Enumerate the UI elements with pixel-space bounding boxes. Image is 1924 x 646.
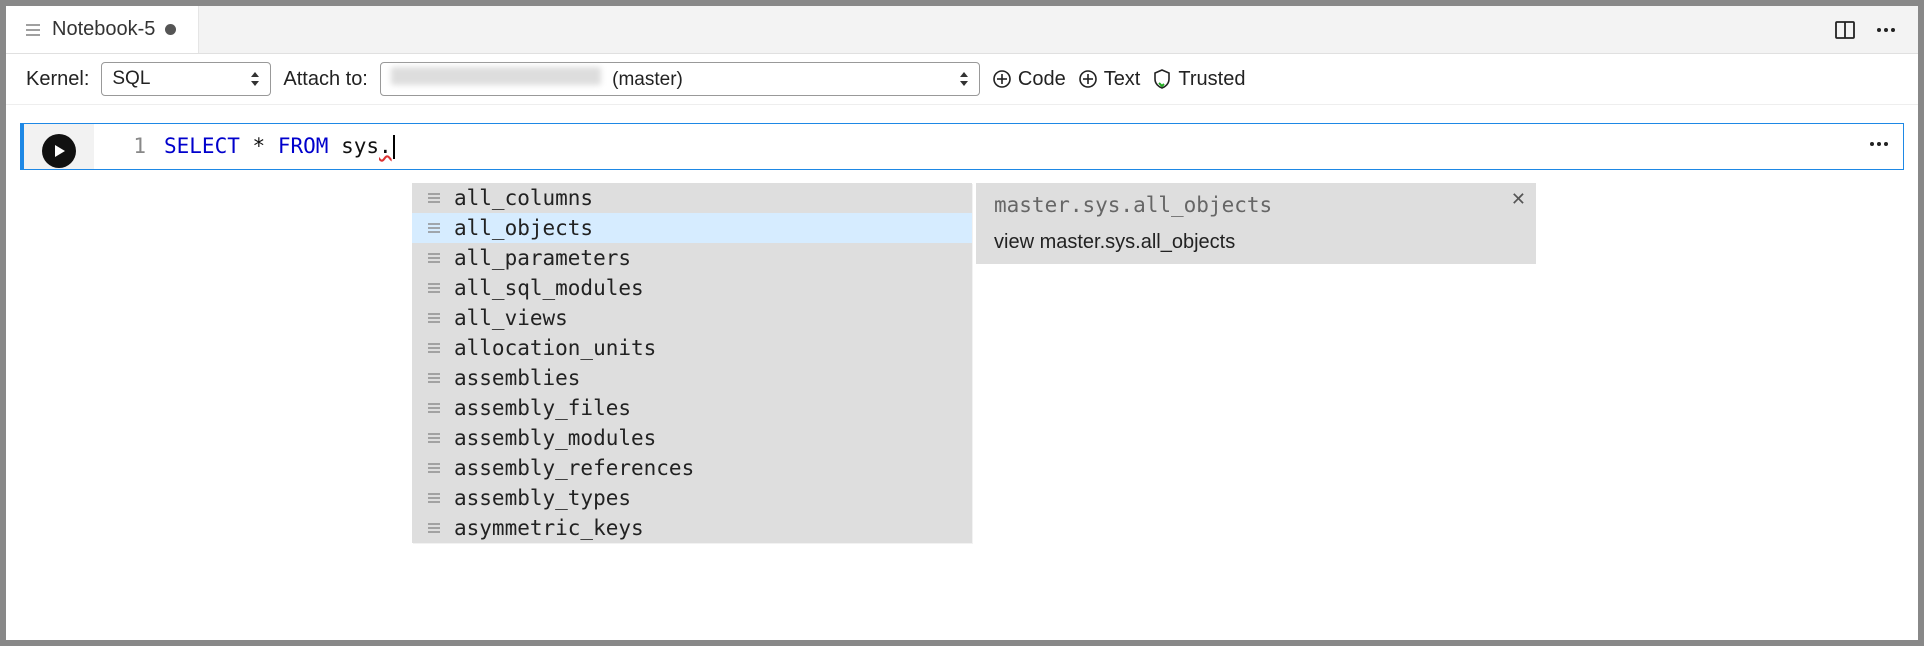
table-icon xyxy=(426,370,442,386)
autocomplete-item[interactable]: all_views xyxy=(412,303,972,333)
autocomplete-item-label: assemblies xyxy=(454,366,580,390)
autocomplete-item-label: allocation_units xyxy=(454,336,656,360)
table-icon xyxy=(426,400,442,416)
sql-keyword-from: FROM xyxy=(278,134,329,158)
code-cell[interactable]: 1 SELECT * FROM sys. xyxy=(20,123,1904,170)
table-icon xyxy=(426,460,442,476)
autocomplete-item[interactable]: all_columns xyxy=(412,183,972,213)
autocomplete-item-label: all_objects xyxy=(454,216,593,240)
cell-gutter xyxy=(24,124,94,169)
dirty-indicator-icon xyxy=(165,24,176,35)
tab-actions xyxy=(1814,6,1918,53)
sql-schema: sys xyxy=(341,134,379,158)
trusted-button[interactable]: Trusted xyxy=(1152,68,1245,91)
add-code-button[interactable]: Code xyxy=(992,68,1066,91)
tab-bar: Notebook-5 xyxy=(6,6,1918,54)
app-window: Notebook-5 Kernel: SQL Attach to: (maste… xyxy=(6,6,1918,640)
autocomplete-item[interactable]: asymmetric_keys xyxy=(412,513,972,543)
table-icon xyxy=(426,280,442,296)
more-actions-icon[interactable] xyxy=(1874,18,1898,42)
table-icon xyxy=(426,250,442,266)
autocomplete-item-label: all_views xyxy=(454,306,568,330)
table-icon xyxy=(426,310,442,326)
run-button[interactable] xyxy=(42,134,76,168)
autocomplete-item-label: assembly_references xyxy=(454,456,694,480)
autocomplete-item-label: all_parameters xyxy=(454,246,631,270)
doc-description: view master.sys.all_objects xyxy=(994,231,1518,254)
notebook-icon xyxy=(24,21,42,39)
autocomplete-item-label: assembly_types xyxy=(454,486,631,510)
code-editor[interactable]: 1 SELECT * FROM sys. xyxy=(94,124,1903,169)
autocomplete-item[interactable]: all_sql_modules xyxy=(412,273,972,303)
add-text-button[interactable]: Text xyxy=(1078,68,1141,91)
tab-notebook[interactable]: Notebook-5 xyxy=(6,6,199,53)
autocomplete-item-label: all_columns xyxy=(454,186,593,210)
sql-star: * xyxy=(253,134,266,158)
tab-bar-spacer xyxy=(199,6,1814,53)
code-line: SELECT * FROM sys. xyxy=(164,134,395,159)
kernel-value: SQL xyxy=(112,68,150,90)
autocomplete-item[interactable]: assembly_modules xyxy=(412,423,972,453)
trusted-label: Trusted xyxy=(1178,68,1245,91)
cell-area: 1 SELECT * FROM sys. all_columnsall_obje… xyxy=(6,105,1918,188)
autocomplete-item[interactable]: assembly_types xyxy=(412,483,972,513)
sql-keyword-select: SELECT xyxy=(164,134,240,158)
autocomplete-doc: ✕ master.sys.all_objects view master.sys… xyxy=(976,183,1536,264)
attach-suffix: (master) xyxy=(612,69,683,90)
autocomplete-item[interactable]: allocation_units xyxy=(412,333,972,363)
chevron-updown-icon xyxy=(250,72,260,86)
autocomplete-item-label: all_sql_modules xyxy=(454,276,644,300)
autocomplete-item[interactable]: assembly_files xyxy=(412,393,972,423)
autocomplete-item-label: asymmetric_keys xyxy=(454,516,644,540)
sql-dot: . xyxy=(379,134,392,158)
table-icon xyxy=(426,220,442,236)
tab-title: Notebook-5 xyxy=(52,18,155,41)
table-icon xyxy=(426,190,442,206)
table-icon xyxy=(426,340,442,356)
attach-label: Attach to: xyxy=(283,68,368,91)
table-icon xyxy=(426,490,442,506)
attach-value: (master) xyxy=(391,67,683,91)
toolbar: Kernel: SQL Attach to: (master) Code Tex… xyxy=(6,54,1918,105)
autocomplete-item[interactable]: assembly_references xyxy=(412,453,972,483)
cell-more-icon[interactable] xyxy=(1867,132,1891,161)
doc-title: master.sys.all_objects xyxy=(994,193,1518,217)
line-number: 1 xyxy=(94,134,164,159)
attach-select[interactable]: (master) xyxy=(380,62,980,96)
kernel-label: Kernel: xyxy=(26,68,89,91)
table-icon xyxy=(426,430,442,446)
chevron-updown-icon xyxy=(959,72,969,86)
split-editor-icon[interactable] xyxy=(1834,19,1856,41)
text-cursor xyxy=(393,135,395,159)
autocomplete-popup: all_columns all_objects all_parameters all_… xyxy=(412,183,1536,543)
table-icon xyxy=(426,520,442,536)
kernel-select[interactable]: SQL xyxy=(101,62,271,96)
autocomplete-item[interactable]: all_parameters xyxy=(412,243,972,273)
close-icon[interactable]: ✕ xyxy=(1511,189,1526,210)
autocomplete-item[interactable]: all_objects xyxy=(412,213,972,243)
autocomplete-item[interactable]: assemblies xyxy=(412,363,972,393)
add-code-label: Code xyxy=(1018,68,1066,91)
obscured-server-name xyxy=(391,67,601,85)
add-text-label: Text xyxy=(1104,68,1141,91)
autocomplete-item-label: assembly_files xyxy=(454,396,631,420)
autocomplete-list[interactable]: all_columns all_objects all_parameters all_… xyxy=(412,183,972,543)
autocomplete-item-label: assembly_modules xyxy=(454,426,656,450)
